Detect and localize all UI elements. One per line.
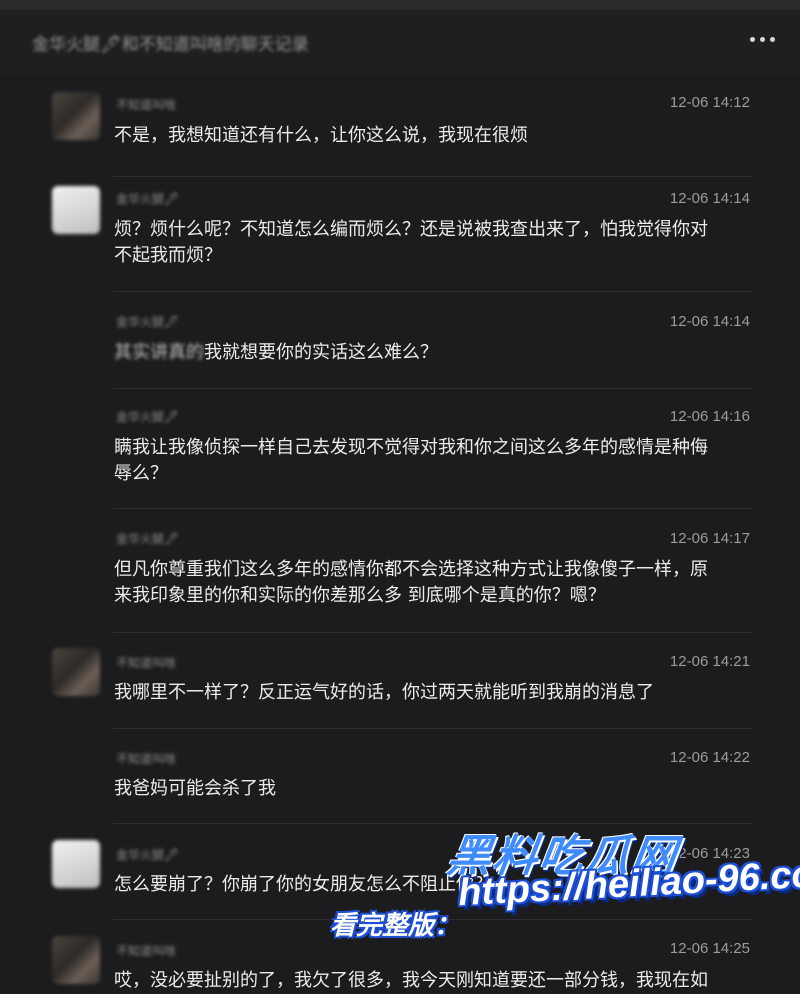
- message-line: 瞒我让我像侦探一样自己去发现不觉得对我和你之间这么多年的感情是种侮: [114, 437, 708, 458]
- message-text[interactable]: 烦？烦什么呢？不知道怎么编而烦么？还是说被我查出来了，怕我觉得你对 不起我而烦？: [114, 217, 744, 269]
- message-time: 12-06 14:16: [669, 408, 750, 425]
- sender-name: 金华火腿🖋: [116, 315, 180, 329]
- sender-name: 不知道叫啥: [116, 752, 177, 766]
- sender-name: 不知道叫啥: [116, 656, 177, 670]
- divider: [113, 508, 752, 509]
- sender-name: 金华火腿🖋: [116, 848, 180, 862]
- sender-name: 金华火腿🖋: [116, 192, 180, 206]
- message-time: 12-06 14:25: [669, 940, 750, 957]
- sender-name: 金华火腿🖋: [116, 410, 180, 424]
- message-line: 来我印象里的你和实际的你差那么多 到底哪个是真的你？嗯？: [114, 585, 606, 606]
- status-strip: [0, 0, 800, 10]
- message-line: 不起我而烦？: [114, 245, 222, 266]
- message-text[interactable]: 哎，没必要扯别的了，我欠了很多，我今天刚知道要还一部分钱，我现在如: [114, 968, 744, 994]
- message-time: 12-06 14:21: [669, 653, 750, 670]
- divider: [113, 291, 752, 292]
- message-text[interactable]: 不是，我想知道还有什么，让你这么说，我现在很烦: [114, 123, 744, 149]
- avatar[interactable]: [52, 92, 100, 140]
- chat-title: 金华火腿🖋和不知道叫啥的聊天记录: [32, 35, 309, 55]
- divider: [113, 176, 752, 177]
- message-time: 12-06 14:12: [669, 94, 750, 111]
- message-text[interactable]: 我爸妈可能会杀了我: [114, 776, 744, 802]
- message-line: 哎，没必要扯别的了，我欠了很多，我今天刚知道要还一部分钱，我现在如: [114, 970, 708, 991]
- message-line: 我就想要你的实话这么难么？: [204, 342, 438, 363]
- avatar[interactable]: [52, 648, 100, 696]
- sender-name: 不知道叫啥: [116, 944, 177, 958]
- sender-name: 金华火腿🖋: [116, 532, 180, 546]
- avatar[interactable]: [52, 840, 100, 888]
- message-time: 12-06 14:22: [669, 749, 750, 766]
- message-line: 我爸妈可能会杀了我: [114, 778, 276, 799]
- more-horizontal-icon[interactable]: [750, 34, 776, 46]
- blurred-text: 其实讲真的: [114, 342, 204, 363]
- avatar[interactable]: [52, 186, 100, 234]
- message-text[interactable]: 其实讲真的我就想要你的实话这么难么？: [114, 340, 744, 366]
- message-line: 不是，我想知道还有什么，让你这么说，我现在很烦: [114, 125, 528, 146]
- watermark-prefix: 看完整版：: [330, 911, 461, 941]
- sender-name: 不知道叫啥: [116, 98, 177, 112]
- message-text[interactable]: 瞒我让我像侦探一样自己去发现不觉得对我和你之间这么多年的感情是种侮 辱么？: [114, 435, 744, 487]
- message-text[interactable]: 但凡你尊重我们这么多年的感情你都不会选择这种方式让我像傻子一样，原 来我印象里的…: [114, 557, 744, 609]
- message-time: 12-06 14:14: [669, 190, 750, 207]
- message-time: 12-06 14:14: [669, 313, 750, 330]
- message-text[interactable]: 我哪里不一样了？反正运气好的话，你过两天就能听到我崩的消息了: [114, 680, 744, 706]
- divider: [113, 728, 752, 729]
- message-line: 烦？烦什么呢？不知道怎么编而烦么？还是说被我查出来了，怕我觉得你对: [114, 219, 708, 240]
- message-line: 辱么？: [114, 463, 168, 484]
- message-time: 12-06 14:17: [669, 530, 750, 547]
- message-line: 我哪里不一样了？反正运气好的话，你过两天就能听到我崩的消息了: [114, 682, 654, 703]
- divider: [113, 388, 752, 389]
- divider: [113, 632, 752, 633]
- message-line: 但凡你尊重我们这么多年的感情你都不会选择这种方式让我像傻子一样，原: [114, 559, 708, 580]
- avatar[interactable]: [52, 936, 100, 984]
- chat-header: 金华火腿🖋和不知道叫啥的聊天记录: [0, 10, 800, 74]
